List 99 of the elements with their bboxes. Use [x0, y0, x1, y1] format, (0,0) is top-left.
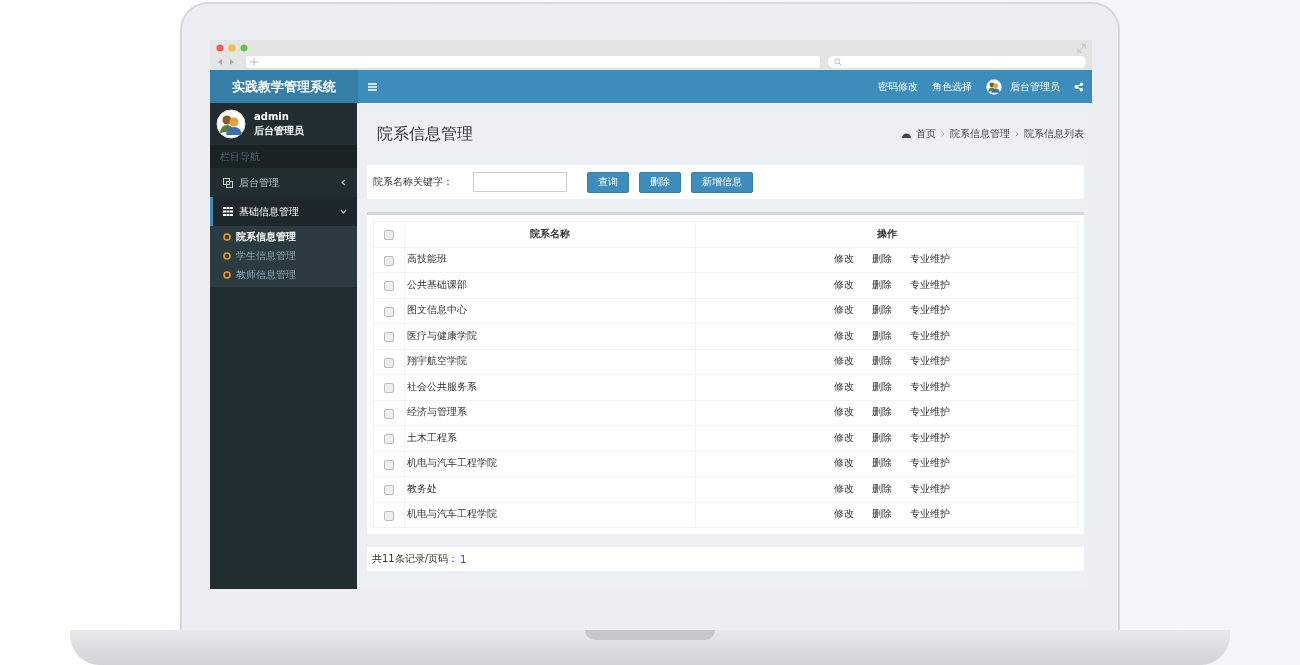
avatar-icon	[986, 78, 1002, 95]
row-action-link[interactable]: 修改	[834, 304, 854, 318]
row-action-link[interactable]: 删除	[872, 355, 892, 369]
action-button[interactable]: 删除	[639, 171, 681, 193]
row-action-link[interactable]: 删除	[872, 304, 892, 318]
row-action-link[interactable]: 专业维护	[910, 380, 950, 394]
table-cell: 医疗与健康学院	[404, 323, 696, 349]
checkbox[interactable]	[384, 306, 394, 317]
avatar-icon	[216, 109, 246, 139]
table-cell: 机电与汽车工程学院	[404, 502, 696, 528]
grid-icon	[223, 207, 233, 216]
checkbox[interactable]	[384, 281, 394, 291]
row-action-link[interactable]: 专业维护	[910, 508, 950, 522]
table-cell: 机电与汽车工程学院	[404, 451, 696, 477]
row-action-link[interactable]: 删除	[872, 329, 892, 343]
sidebar-item[interactable]: 后台管理	[210, 168, 357, 197]
row-action-link[interactable]: 修改	[834, 406, 854, 420]
row-action-link[interactable]: 专业维护	[910, 304, 950, 318]
row-action-link[interactable]: 专业维护	[910, 457, 950, 471]
row-action-link[interactable]: 修改	[834, 278, 854, 292]
breadcrumb-link[interactable]: 首页	[916, 127, 936, 141]
row-action-link[interactable]: 修改	[834, 253, 854, 267]
circle-icon	[223, 232, 231, 241]
submenu-item[interactable]: 教师信息管理	[210, 265, 357, 284]
circle-icon	[223, 270, 231, 279]
row-action-link[interactable]: 删除	[872, 253, 892, 267]
submenu-item[interactable]: 院系信息管理	[210, 227, 357, 246]
row-action-link[interactable]: 修改	[834, 431, 854, 445]
search-icon	[834, 58, 842, 66]
row-action-link[interactable]: 专业维护	[910, 355, 950, 369]
share-icon[interactable]	[1074, 81, 1084, 92]
keyword-input-field[interactable]	[473, 172, 567, 192]
row-action-link[interactable]: 修改	[834, 355, 854, 369]
row-action-link[interactable]: 专业维护	[910, 278, 950, 292]
row-action-link[interactable]: 专业维护	[910, 406, 950, 420]
row-action-link[interactable]: 删除	[872, 278, 892, 292]
checkbox[interactable]	[384, 485, 394, 495]
user-name: admin	[254, 110, 290, 122]
section-label: 栏目导航	[220, 149, 260, 164]
row-action-link[interactable]: 删除	[872, 431, 892, 445]
table-cell: 社会公共服务系	[404, 374, 696, 400]
column-header: 操作	[695, 221, 1078, 247]
checkbox[interactable]	[384, 459, 394, 470]
chevron-right-icon	[941, 131, 945, 137]
row-action-link[interactable]: 修改	[834, 457, 854, 471]
table-cell: 教务处	[404, 476, 696, 502]
submenu-item[interactable]: 学生信息管理	[210, 246, 357, 265]
row-action-link[interactable]: 删除	[872, 508, 892, 522]
checkbox[interactable]	[384, 383, 394, 393]
row-action-link[interactable]: 删除	[872, 406, 892, 420]
header-link[interactable]: 角色选择	[932, 79, 972, 94]
row-action-link[interactable]: 专业维护	[910, 253, 950, 267]
table-cell: 高技能班	[404, 247, 696, 273]
table-cell: 经济与管理系	[404, 400, 696, 426]
action-button[interactable]: 新增信息	[691, 171, 753, 193]
checkbox[interactable]	[384, 408, 394, 419]
browser-search-field[interactable]	[828, 56, 1086, 68]
row-action-link[interactable]: 删除	[872, 380, 892, 394]
user-menu-link[interactable]: 后台管理员	[1010, 79, 1060, 94]
row-action-link[interactable]: 专业维护	[910, 431, 950, 445]
row-action-link[interactable]: 修改	[834, 482, 854, 496]
table-cell: 土木工程系	[404, 425, 696, 451]
table-cell: 公共基础课部	[404, 272, 696, 298]
circle-icon	[223, 251, 231, 260]
chevron-right-icon	[1015, 131, 1019, 137]
plus-icon	[250, 58, 258, 66]
checkbox[interactable]	[384, 255, 394, 266]
breadcrumb-link[interactable]: 院系信息管理	[950, 127, 1010, 141]
expand-icon[interactable]	[1077, 43, 1086, 53]
chevron-down-icon	[340, 208, 347, 215]
table-cell: 图文信息中心	[404, 298, 696, 324]
user-role: 后台管理员	[254, 123, 304, 138]
column-header: 院系名称	[404, 221, 696, 247]
brand-title: 实践教学管理系统	[210, 70, 358, 103]
address-bar[interactable]	[246, 56, 820, 68]
table-cell: 翔宇航空学院	[404, 349, 696, 375]
breadcrumb-link[interactable]: 院系信息列表	[1024, 127, 1084, 141]
row-action-link[interactable]: 修改	[834, 329, 854, 343]
row-action-link[interactable]: 删除	[872, 457, 892, 471]
row-action-link[interactable]: 专业维护	[910, 329, 950, 343]
chevron-left-icon	[340, 179, 347, 186]
checkbox[interactable]	[384, 230, 394, 240]
checkbox[interactable]	[384, 510, 394, 521]
header-link[interactable]: 密码修改	[878, 79, 918, 94]
row-action-link[interactable]: 专业维护	[910, 482, 950, 496]
checkbox[interactable]	[384, 357, 394, 368]
row-action-link[interactable]: 修改	[834, 508, 854, 522]
record-summary: 共11条记录/页码：	[372, 552, 459, 566]
row-action-link[interactable]: 删除	[872, 482, 892, 496]
action-button[interactable]: 查询	[587, 171, 629, 193]
search-label: 院系名称关键字：	[373, 175, 454, 189]
page-title: 院系信息管理	[377, 123, 473, 145]
checkbox[interactable]	[384, 434, 394, 444]
menu-icon[interactable]	[368, 82, 377, 91]
page-link[interactable]: 1	[460, 553, 467, 565]
copy-icon	[223, 177, 233, 188]
row-action-link[interactable]: 修改	[834, 380, 854, 394]
sidebar-item[interactable]: 基础信息管理	[210, 197, 357, 226]
checkbox[interactable]	[384, 332, 394, 342]
